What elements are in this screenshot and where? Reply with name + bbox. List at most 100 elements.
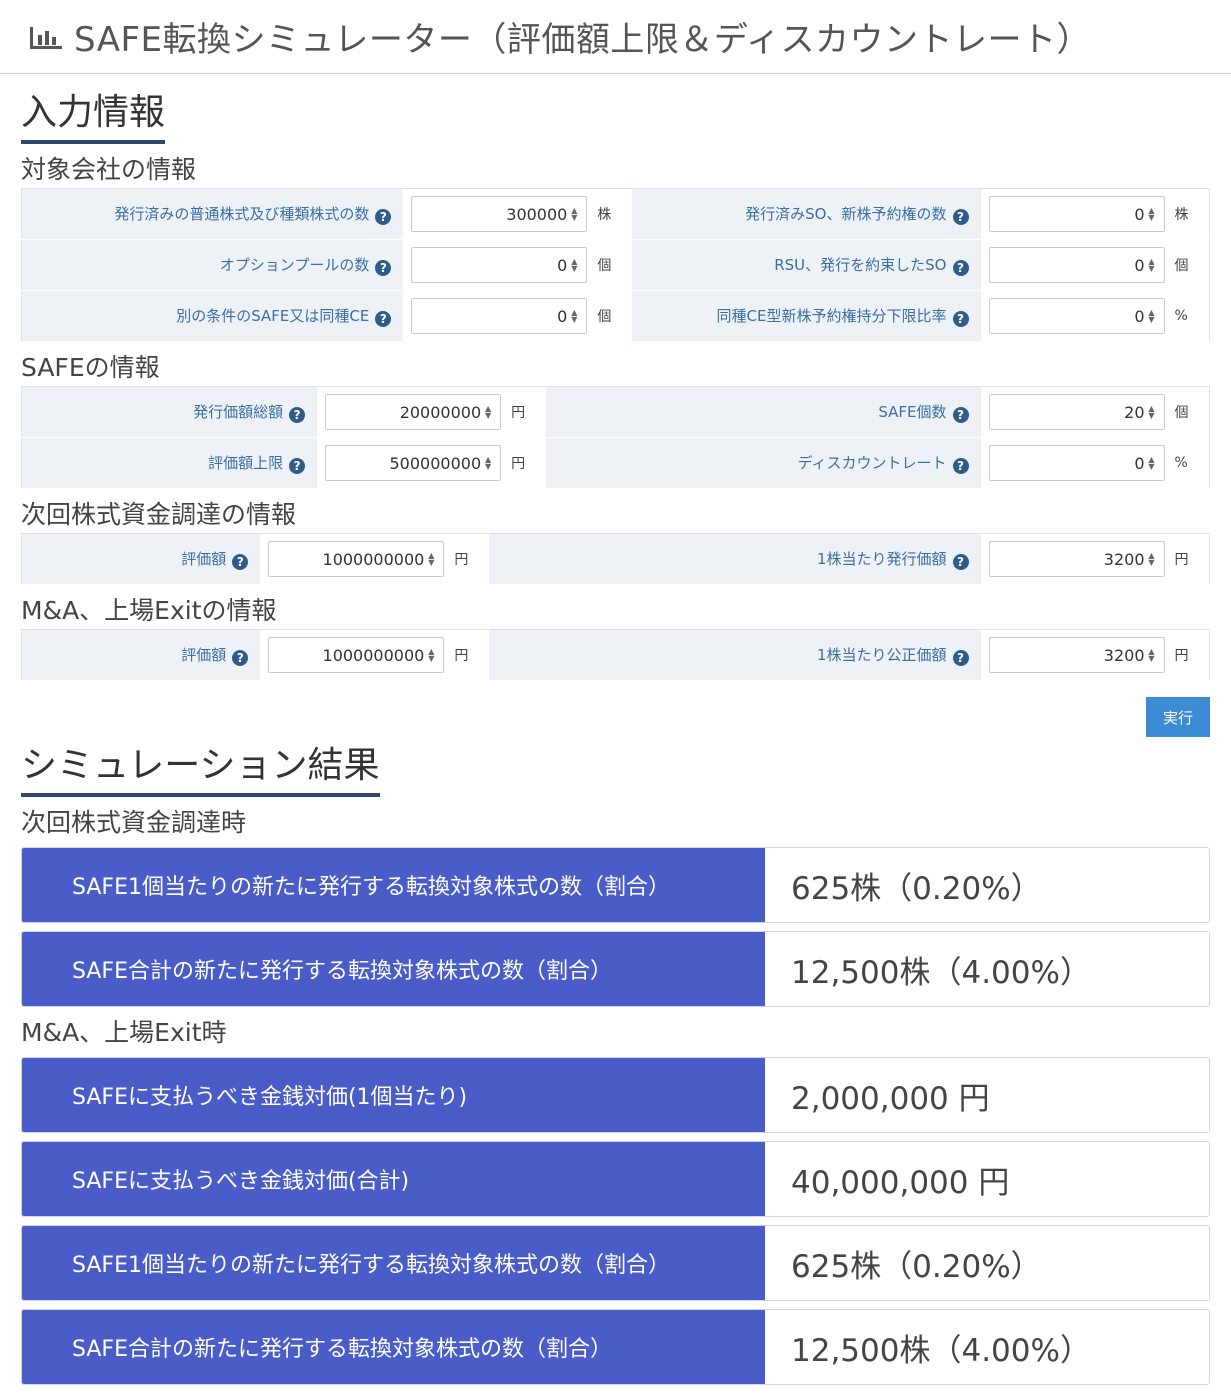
spinner-icon: ▲ ▼ (1148, 455, 1155, 471)
exit-results-heading: M&A、上場Exit時 (21, 1018, 227, 1047)
spinner-icon: ▲ ▼ (1148, 308, 1155, 324)
price-per-share-input[interactable]: 3200 ▲ ▼ (988, 541, 1165, 577)
field-label: 別の条件のSAFE又は同種CE (176, 307, 370, 325)
issued-shares-input[interactable]: 300000 ▲ ▼ (411, 196, 588, 232)
fair-price-per-share-input[interactable]: 3200 ▲ ▼ (988, 637, 1165, 673)
unit-label: 円 (509, 437, 547, 489)
help-icon[interactable]: ? (375, 311, 392, 327)
form-row: 発行価額総額? 20000000 ▲ ▼ 円 SAFE個数? 20 ▲ ▼ 個 (21, 386, 1210, 438)
help-icon[interactable]: ? (232, 554, 249, 570)
form-row: 評価額? 1000000000 ▲ ▼ 円 1株当たり発行価額? 3200 ▲ ▼ 円 (21, 533, 1210, 585)
field-label: 発行価額総額 (193, 403, 284, 421)
help-icon[interactable]: ? (232, 650, 249, 666)
field-label: 評価額上限 (208, 454, 284, 472)
form-row: 発行済みの普通株式及び種類株式の数? 300000 ▲ ▼ 株 発行済みSO、新株予… (21, 188, 1210, 240)
unit-label: 円 (1172, 533, 1210, 585)
safe-info-heading: SAFEの情報 (21, 353, 160, 382)
field-label: ディスカウントレート (797, 454, 947, 472)
help-icon[interactable]: ? (952, 554, 969, 570)
unit-label: 円 (452, 629, 490, 681)
spinner-icon: ▲ ▼ (485, 404, 492, 420)
help-icon[interactable]: ? (952, 407, 969, 423)
field-label: SAFE個数 (878, 403, 947, 421)
spinner-icon: ▲ ▼ (485, 455, 492, 471)
field-label: 発行済みの普通株式及び種類株式の数 (114, 205, 370, 223)
unit-label: 個 (595, 290, 633, 342)
spinner-icon: ▲ ▼ (571, 206, 578, 222)
rsu-input[interactable]: 0 ▲ ▼ (988, 247, 1165, 283)
ce-min-ratio-input[interactable]: 0 ▲ ▼ (988, 298, 1165, 334)
field-label: RSU、発行を約束したSO (774, 256, 947, 274)
form-row: 評価額? 1000000000 ▲ ▼ 円 1株当たり公正価額? 3200 ▲ ▼ 円 (21, 629, 1210, 681)
help-icon[interactable]: ? (289, 458, 306, 474)
help-icon[interactable]: ? (952, 260, 969, 276)
spinner-icon: ▲ ▼ (1148, 647, 1155, 663)
field-label: オプションプールの数 (219, 256, 370, 274)
discount-rate-input[interactable]: 0 ▲ ▼ (988, 445, 1165, 481)
unit-label: % (1172, 437, 1210, 489)
issued-so-input[interactable]: 0 ▲ ▼ (988, 196, 1165, 232)
issue-amount-input[interactable]: 20000000 ▲ ▼ (325, 394, 502, 430)
unit-label: 個 (595, 239, 633, 291)
result-label: SAFE1個当たりの新たに発行する転換対象株式の数（割合） (22, 1226, 765, 1300)
page-header: SAFE転換シミュレーター（評価額上限＆ディスカウントレート） (0, 0, 1231, 74)
help-icon[interactable]: ? (952, 311, 969, 327)
exit-info-form: 評価額? 1000000000 ▲ ▼ 円 1株当たり公正価額? 3200 ▲ ▼ 円 (21, 629, 1210, 681)
safe-info-form: 発行価額総額? 20000000 ▲ ▼ 円 SAFE個数? 20 ▲ ▼ 個 評価額上… (21, 386, 1210, 489)
help-icon[interactable]: ? (375, 260, 392, 276)
spinner-icon: ▲ ▼ (571, 308, 578, 324)
result-label: SAFE1個当たりの新たに発行する転換対象株式の数（割合） (22, 848, 765, 922)
field-label: 評価額 (181, 646, 227, 664)
bar-chart-icon (28, 22, 64, 52)
next-round-info-form: 評価額? 1000000000 ▲ ▼ 円 1株当たり発行価額? 3200 ▲ ▼ 円 (21, 533, 1210, 585)
result-row: SAFEに支払うべき金銭対価(合計) 40,000,000 円 (21, 1141, 1210, 1217)
page-title: SAFE転換シミュレーター（評価額上限＆ディスカウントレート） (74, 20, 1091, 60)
next-round-info-heading: 次回株式資金調達の情報 (21, 500, 297, 529)
result-value: 40,000,000 円 (765, 1142, 1209, 1216)
spinner-icon: ▲ ▼ (571, 257, 578, 273)
result-label: SAFE合計の新たに発行する転換対象株式の数（割合） (22, 932, 765, 1006)
result-label: SAFE合計の新たに発行する転換対象株式の数（割合） (22, 1310, 765, 1384)
help-icon[interactable]: ? (289, 407, 306, 423)
results-section-title: シミュレーション結果 (21, 743, 1210, 797)
field-label: 同種CE型新株予約権持分下限比率 (716, 307, 947, 325)
spinner-icon: ▲ ▼ (428, 551, 435, 567)
help-icon[interactable]: ? (952, 650, 969, 666)
field-label: 評価額 (181, 550, 227, 568)
company-info-form: 発行済みの普通株式及び種類株式の数? 300000 ▲ ▼ 株 発行済みSO、新株予… (21, 188, 1210, 342)
result-value: 625株（0.20%） (765, 848, 1209, 922)
unit-label: 株 (1172, 188, 1210, 240)
unit-label: % (1172, 290, 1210, 342)
result-value: 2,000,000 円 (765, 1058, 1209, 1132)
next-round-valuation-input[interactable]: 1000000000 ▲ ▼ (268, 541, 445, 577)
spinner-icon: ▲ ▼ (428, 647, 435, 663)
unit-label: 円 (1172, 629, 1210, 681)
help-icon[interactable]: ? (952, 458, 969, 474)
spinner-icon: ▲ ▼ (1148, 257, 1155, 273)
option-pool-input[interactable]: 0 ▲ ▼ (411, 247, 588, 283)
spinner-icon: ▲ ▼ (1148, 206, 1155, 222)
result-row: SAFE1個当たりの新たに発行する転換対象株式の数（割合） 625株（0.20%… (21, 847, 1210, 923)
next-round-results-heading: 次回株式資金調達時 (21, 808, 247, 837)
help-icon[interactable]: ? (375, 209, 392, 225)
form-row: 別の条件のSAFE又は同種CE? 0 ▲ ▼ 個 同種CE型新株予約権持分下限比率?… (21, 290, 1210, 342)
form-row: オプションプールの数? 0 ▲ ▼ 個 RSU、発行を約束したSO? 0 ▲ ▼ 個 (21, 239, 1210, 291)
company-info-heading: 対象会社の情報 (21, 155, 197, 184)
unit-label: 円 (509, 386, 547, 438)
help-icon[interactable]: ? (952, 209, 969, 225)
spinner-icon: ▲ ▼ (1148, 551, 1155, 567)
exit-valuation-input[interactable]: 1000000000 ▲ ▼ (268, 637, 445, 673)
valuation-cap-input[interactable]: 500000000 ▲ ▼ (325, 445, 502, 481)
run-button[interactable]: 実行 (1146, 697, 1210, 737)
field-label: 1株当たり発行価額 (816, 550, 947, 568)
unit-label: 株 (595, 188, 633, 240)
form-row: 評価額上限? 500000000 ▲ ▼ 円 ディスカウントレート? 0 ▲ ▼ % (21, 437, 1210, 489)
spinner-icon: ▲ ▼ (1148, 404, 1155, 420)
safe-count-input[interactable]: 20 ▲ ▼ (988, 394, 1165, 430)
result-row: SAFE合計の新たに発行する転換対象株式の数（割合） 12,500株（4.00%… (21, 1309, 1210, 1385)
field-label: 発行済みSO、新株予約権の数 (745, 205, 947, 223)
result-value: 12,500株（4.00%） (765, 932, 1209, 1006)
unit-label: 個 (1172, 239, 1210, 291)
result-row: SAFEに支払うべき金銭対価(1個当たり) 2,000,000 円 (21, 1057, 1210, 1133)
other-safe-input[interactable]: 0 ▲ ▼ (411, 298, 588, 334)
